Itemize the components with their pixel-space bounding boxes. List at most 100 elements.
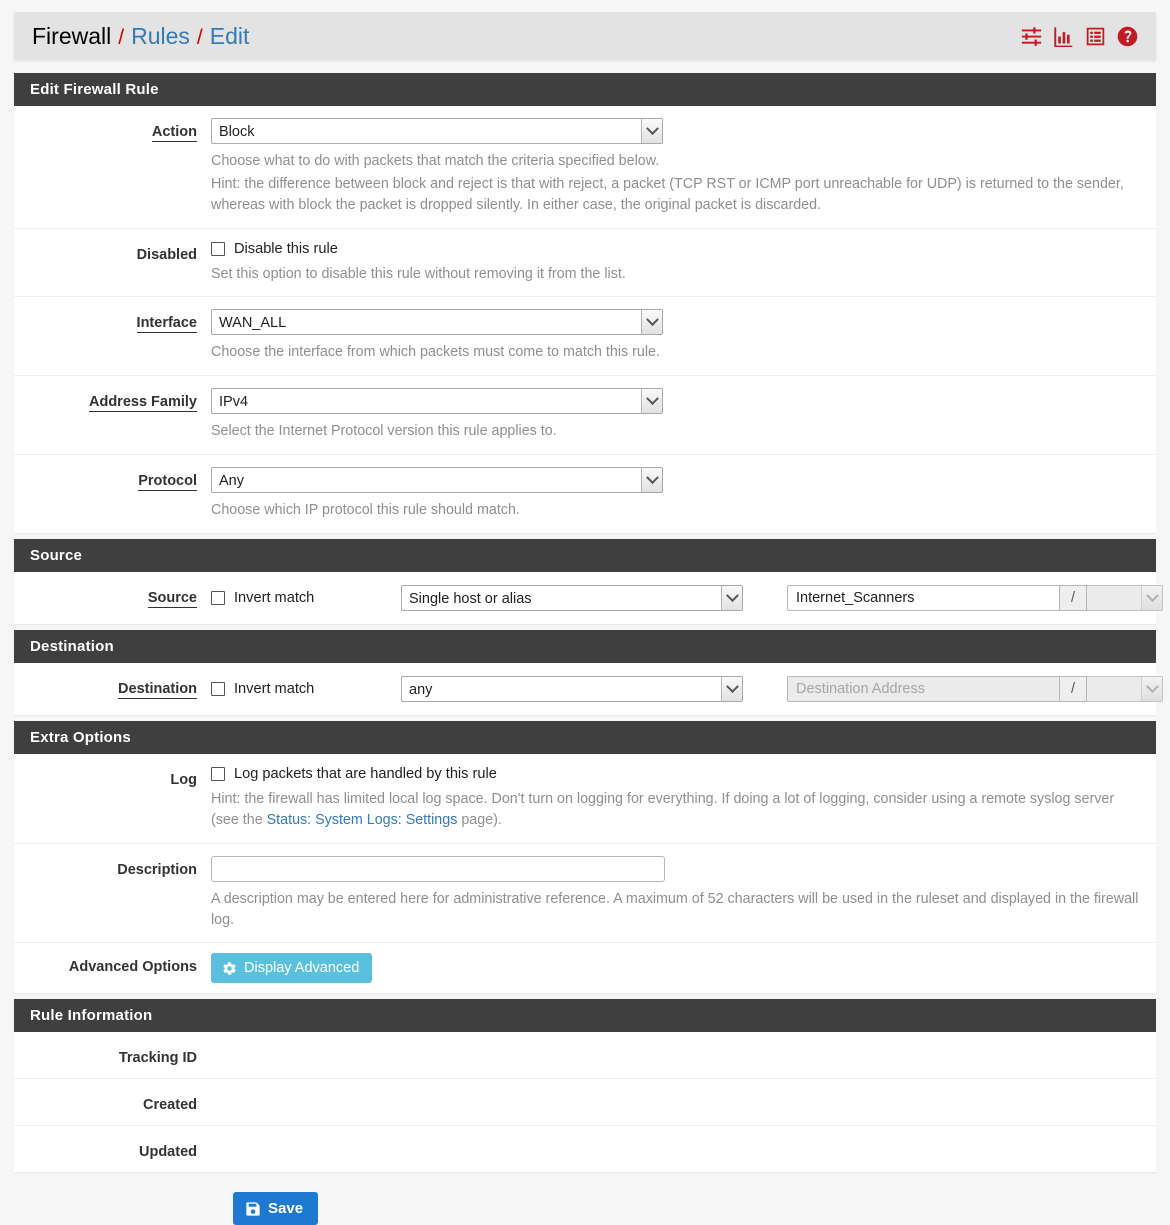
address-family-select-value: IPv4	[219, 394, 249, 411]
help-action-2: Hint: the difference between block and r…	[211, 175, 1124, 213]
breadcrumb-separator-2: /	[196, 25, 203, 49]
action-select[interactable]: Block	[211, 118, 663, 144]
value-created	[211, 1091, 1156, 1113]
label-updated: Updated	[139, 1144, 197, 1161]
source-address-input[interactable]	[787, 585, 1059, 612]
panel-title-rule-information: Rule Information	[14, 999, 1156, 1033]
breadcrumb: Firewall / Rules / Edit	[32, 23, 249, 50]
label-created: Created	[143, 1097, 197, 1114]
panel-destination: Destination Destination Invert match any	[14, 630, 1163, 716]
destination-address-input[interactable]	[787, 676, 1059, 703]
form-actions: Save	[14, 1178, 1156, 1225]
log-packets-checkbox-label: Log packets that are handled by this rul…	[234, 766, 497, 783]
field-row-interface: Interface WAN_ALL Choose the interface f…	[14, 297, 1156, 377]
bar-chart-icon[interactable]	[1053, 26, 1074, 47]
help-log: Hint: the firewall has limited local log…	[211, 789, 1140, 831]
breadcrumb-root: Firewall	[32, 22, 112, 49]
label-action: Action	[151, 124, 197, 142]
filter-sliders-icon[interactable]	[1021, 26, 1042, 47]
help-protocol: Choose which IP protocol this rule shoul…	[211, 502, 520, 519]
destination-invert-match-label: Invert match	[234, 681, 315, 698]
list-icon[interactable]	[1085, 26, 1106, 47]
source-invert-match-label: Invert match	[234, 590, 315, 607]
save-button[interactable]: Save	[233, 1192, 319, 1225]
chevron-down-icon	[1141, 677, 1162, 702]
source-mask-select[interactable]	[1087, 585, 1163, 612]
panel-rule-information: Rule Information Tracking ID Created Upd…	[14, 999, 1156, 1173]
log-packets-checkbox[interactable]	[211, 767, 225, 782]
address-family-select[interactable]: IPv4	[211, 388, 663, 415]
help-description: A description may be entered here for ad…	[211, 890, 1139, 928]
field-row-created: Created	[14, 1079, 1156, 1127]
label-source: Source	[147, 590, 197, 609]
source-type-select-value: Single host or alias	[409, 591, 532, 608]
help-action-1: Choose what to do with packets that matc…	[211, 153, 660, 169]
chevron-down-icon	[721, 586, 742, 611]
chevron-down-icon	[641, 119, 662, 143]
source-cidr-separator: /	[1059, 585, 1087, 612]
source-type-select[interactable]: Single host or alias	[401, 585, 743, 612]
panel-title-destination: Destination	[14, 630, 1156, 664]
link-system-logs-settings[interactable]: Status: System Logs: Settings	[267, 812, 458, 828]
field-row-updated: Updated	[14, 1126, 1156, 1172]
source-invert-match-checkbox[interactable]	[211, 591, 225, 606]
source-invert-match-row[interactable]: Invert match	[211, 590, 401, 606]
interface-select[interactable]: WAN_ALL	[211, 309, 663, 336]
field-row-description: Description A description may be entered…	[14, 844, 1156, 944]
log-packets-checkbox-row[interactable]: Log packets that are handled by this rul…	[211, 766, 1140, 782]
label-advanced-options: Advanced Options	[68, 959, 197, 976]
disable-rule-checkbox-row[interactable]: Disable this rule	[211, 241, 1140, 257]
disable-rule-checkbox[interactable]	[211, 241, 225, 256]
destination-invert-match-checkbox[interactable]	[211, 682, 225, 697]
panel-source: Source Source Invert match Single host o…	[14, 539, 1163, 625]
breadcrumb-separator-1: /	[118, 25, 125, 49]
panel-title-source: Source	[14, 539, 1156, 573]
field-row-protocol: Protocol Any Choose which IP protocol th…	[14, 455, 1156, 533]
destination-mask-select[interactable]	[1087, 676, 1163, 703]
destination-address-group: /	[787, 676, 1163, 703]
description-input[interactable]	[211, 855, 665, 882]
chevron-down-icon	[641, 310, 662, 335]
protocol-select[interactable]: Any	[211, 467, 663, 494]
field-row-action: Action Block Choose what to do with pack…	[14, 106, 1156, 229]
label-destination: Destination	[118, 681, 197, 700]
destination-cidr-separator: /	[1059, 676, 1087, 703]
save-floppy-icon	[245, 1201, 261, 1217]
destination-type-select[interactable]: any	[401, 676, 743, 703]
panel-edit-firewall-rule: Edit Firewall Rule Action Block Choose w…	[14, 73, 1156, 534]
source-address-group: /	[787, 585, 1163, 612]
display-advanced-button-label: Display Advanced	[244, 960, 360, 977]
help-address-family: Select the Internet Protocol version thi…	[211, 423, 557, 440]
label-address-family: Address Family	[89, 394, 197, 413]
protocol-select-value: Any	[219, 473, 244, 490]
chevron-down-icon	[641, 468, 662, 493]
chevron-down-icon	[721, 677, 742, 702]
field-row-address-family: Address Family IPv4 Select the Internet …	[14, 376, 1156, 456]
label-protocol: Protocol	[138, 473, 197, 492]
field-row-destination: Destination Invert match any /	[14, 663, 1163, 715]
label-description: Description	[117, 861, 197, 878]
value-tracking-id	[211, 1044, 1156, 1066]
panel-extra-options: Extra Options Log Log packets that are h…	[14, 721, 1156, 994]
panel-title-edit-firewall-rule: Edit Firewall Rule	[14, 73, 1156, 106]
breadcrumb-link-rules[interactable]: Rules	[131, 23, 190, 50]
breadcrumb-link-edit[interactable]: Edit	[210, 23, 250, 50]
help-log-post: page).	[457, 811, 502, 828]
breadcrumb-bar: Firewall / Rules / Edit	[14, 12, 1156, 60]
field-row-tracking-id: Tracking ID	[14, 1032, 1156, 1080]
display-advanced-button[interactable]: Display Advanced	[211, 953, 373, 984]
destination-type-select-value: any	[409, 682, 433, 699]
action-select-value: Block	[219, 124, 255, 140]
help-icon[interactable]	[1117, 26, 1138, 47]
label-disabled: Disabled	[136, 246, 197, 263]
label-interface: Interface	[136, 315, 197, 334]
help-interface: Choose the interface from which packets …	[211, 344, 660, 361]
field-row-source: Source Invert match Single host or alias…	[14, 572, 1163, 624]
chevron-down-icon	[641, 389, 662, 414]
save-button-label: Save	[268, 1200, 304, 1218]
interface-select-value: WAN_ALL	[219, 315, 287, 332]
gear-icon	[222, 961, 237, 976]
panel-title-extra-options: Extra Options	[14, 721, 1156, 755]
disable-rule-checkbox-label: Disable this rule	[234, 240, 338, 257]
destination-invert-match-row[interactable]: Invert match	[211, 681, 401, 697]
